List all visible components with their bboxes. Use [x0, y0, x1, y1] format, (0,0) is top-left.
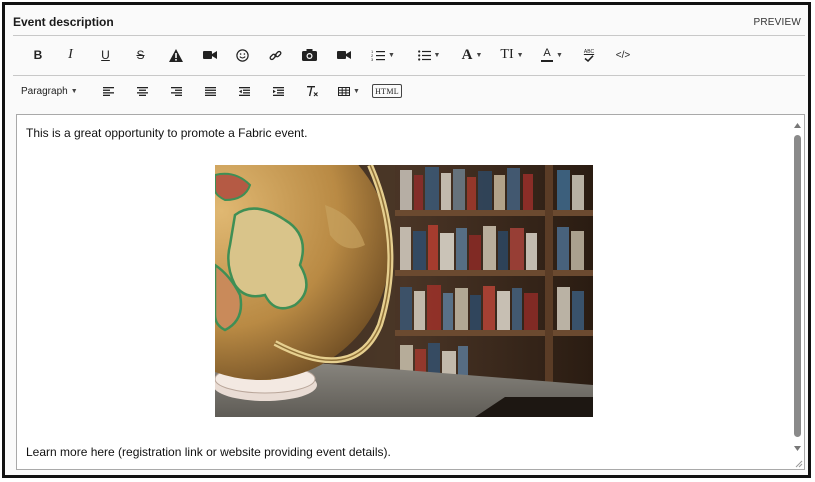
align-center-button[interactable]: [125, 79, 159, 103]
bold-button[interactable]: B: [23, 43, 53, 67]
font-size-button[interactable]: TI ▼: [492, 43, 532, 67]
link-icon: [269, 50, 282, 60]
scroll-up-arrow-icon[interactable]: [793, 121, 802, 130]
chevron-down-icon: ▼: [516, 51, 524, 59]
svg-text:3: 3: [371, 57, 374, 61]
align-center-icon: [136, 86, 148, 96]
underline-icon: U: [101, 48, 110, 62]
panel-header: Event description PREVIEW: [8, 8, 806, 36]
clear-format-icon: [307, 85, 318, 96]
justify-button[interactable]: [193, 79, 227, 103]
emoji-button[interactable]: [226, 43, 259, 67]
resize-grip-icon[interactable]: [794, 459, 803, 468]
chevron-down-icon: ▼: [70, 87, 78, 95]
chevron-down-icon: ▼: [475, 51, 483, 59]
table-button[interactable]: ▼: [329, 79, 369, 103]
video-button[interactable]: [193, 43, 226, 67]
strikethrough-button[interactable]: S: [123, 43, 158, 67]
underline-button[interactable]: U: [88, 43, 123, 67]
toolbar-divider: [13, 75, 805, 76]
code-icon: </>: [615, 49, 631, 61]
camera-icon: [302, 49, 317, 61]
intro-paragraph[interactable]: This is a great opportunity to promote a…: [26, 126, 307, 140]
table-icon: [338, 86, 351, 96]
header-divider: [13, 35, 805, 36]
globe-library-image[interactable]: [215, 165, 593, 417]
align-justify-icon: [204, 86, 216, 96]
font-icon: A: [461, 46, 473, 63]
paragraph-toolbar: Paragraph ▼ ▼ HTML: [13, 78, 805, 104]
font-color-button[interactable]: A ▼: [532, 43, 572, 67]
align-right-button[interactable]: [159, 79, 193, 103]
indent-button[interactable]: [261, 79, 295, 103]
outdent-button[interactable]: [227, 79, 261, 103]
smiley-icon: [236, 48, 249, 62]
warning-icon: [168, 48, 183, 62]
outdent-icon: [238, 86, 250, 96]
code-view-button[interactable]: </>: [606, 43, 640, 67]
rich-text-editor[interactable]: This is a great opportunity to promote a…: [16, 114, 805, 470]
align-right-icon: [170, 86, 182, 96]
scrollbar-thumb[interactable]: [794, 135, 801, 437]
panel-title: Event description: [13, 15, 114, 29]
ordered-list-button[interactable]: 1 2 3 ▼: [360, 43, 406, 67]
font-color-swatch: [541, 60, 554, 62]
html-label: HTML: [375, 87, 399, 96]
chevron-down-icon: ▼: [556, 51, 563, 59]
checkmark-icon: [584, 54, 594, 62]
image-button[interactable]: [292, 43, 327, 67]
preview-button[interactable]: PREVIEW: [753, 17, 801, 28]
spellcheck-button[interactable]: ABC: [572, 43, 606, 67]
font-family-button[interactable]: A ▼: [452, 43, 492, 67]
numbered-list-icon: 1 2 3: [371, 49, 386, 61]
italic-icon: I: [68, 47, 73, 62]
vertical-scrollbar[interactable]: [791, 115, 804, 469]
event-details-paragraph[interactable]: Learn more here (registration link or we…: [26, 445, 391, 459]
formatting-toolbar: B I U S 1 2 3 ▼ ▼ A ▼ TI ▼ A ▼ ABC </>: [13, 39, 805, 71]
align-left-button[interactable]: [91, 79, 125, 103]
chevron-down-icon: ▼: [388, 51, 395, 59]
font-color-icon: A: [541, 47, 554, 62]
indent-icon: [272, 86, 284, 96]
scroll-down-arrow-icon[interactable]: [793, 444, 802, 453]
bold-icon: B: [33, 48, 43, 62]
spellcheck-icon: ABC: [584, 49, 594, 62]
media-button[interactable]: [327, 43, 360, 67]
editor-panel: Event description PREVIEW B I U S 1 2 3 …: [2, 2, 811, 478]
html-source-button[interactable]: HTML: [369, 79, 405, 103]
clear-formatting-button[interactable]: [295, 79, 329, 103]
chevron-down-icon: ▼: [353, 87, 360, 95]
bulleted-list-icon: [417, 49, 431, 61]
strikethrough-icon: S: [136, 48, 145, 62]
font-color-letter: A: [543, 47, 551, 59]
html-icon: HTML: [372, 84, 402, 98]
link-button[interactable]: [259, 43, 292, 67]
text-size-icon: TI: [500, 47, 514, 62]
warning-button[interactable]: [158, 43, 193, 67]
paragraph-style-dropdown[interactable]: Paragraph ▼: [21, 86, 91, 97]
bullet-list-button[interactable]: ▼: [406, 43, 452, 67]
globe-photo: [215, 165, 593, 417]
video-camera-icon: [202, 51, 217, 59]
paragraph-style-label: Paragraph: [21, 85, 68, 97]
italic-button[interactable]: I: [53, 43, 88, 67]
align-left-icon: [102, 86, 114, 96]
chevron-down-icon: ▼: [433, 51, 441, 59]
video-camera-icon: [336, 51, 351, 59]
